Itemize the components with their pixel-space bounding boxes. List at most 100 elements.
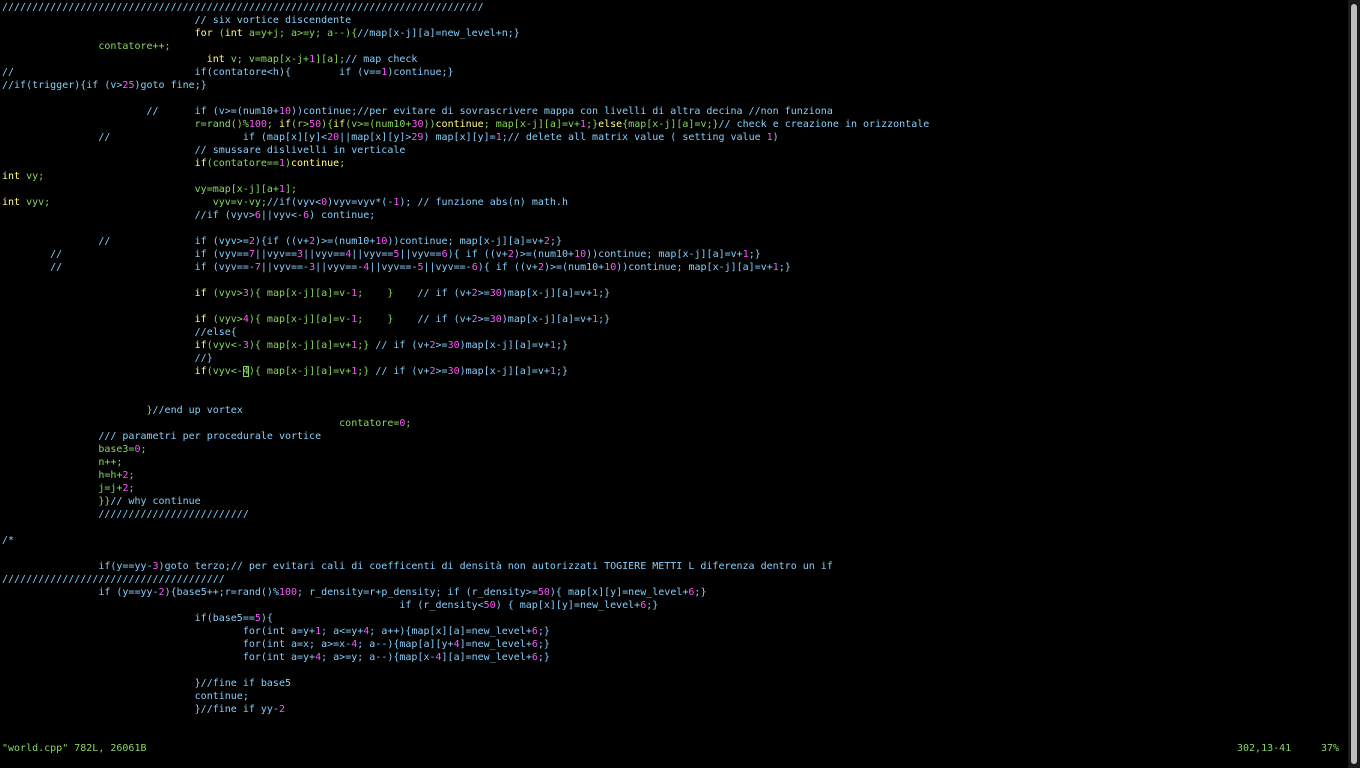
code-token: ){ map[x-j][a]=v- bbox=[248, 288, 352, 299]
code-token: 10 bbox=[574, 249, 587, 260]
code-token: )>=(num10+ bbox=[513, 249, 575, 260]
code-token: ))continue;//per evitare di sovrascriver… bbox=[291, 106, 833, 117]
code-line[interactable]: // if (map[x][y]<20||map[x][y]>29) map[x… bbox=[2, 131, 929, 144]
code-line[interactable]: // if (v>=(num10+10))continue;//per evit… bbox=[2, 105, 929, 118]
code-token: ////////////////////////////////////////… bbox=[2, 2, 484, 13]
code-token: ||vyv==- bbox=[315, 262, 364, 273]
code-line[interactable]: if(base5==5){ bbox=[2, 612, 929, 625]
code-line[interactable]: if(vyv<-3){ map[x-j][a]=v+1;} // if (v+2… bbox=[2, 339, 929, 352]
code-line[interactable]: }//fine if yy-2 bbox=[2, 703, 929, 716]
code-token: 30 bbox=[447, 340, 460, 351]
code-line[interactable]: }//end up vortex bbox=[2, 404, 929, 417]
code-line[interactable]: /* bbox=[2, 534, 929, 547]
code-line[interactable]: // if (vyv==7||vyv==3||vyv==4||vyv==5||v… bbox=[2, 248, 929, 261]
code-line[interactable]: if (vyv>3){ map[x-j][a]=v-1; } // if (v+… bbox=[2, 287, 929, 300]
code-line[interactable]: }}// why continue bbox=[2, 495, 929, 508]
code-token: ;} bbox=[549, 236, 562, 247]
code-line[interactable]: //if(trigger){if (v>25)goto fine;} bbox=[2, 79, 929, 92]
code-token: ;} bbox=[357, 366, 376, 377]
vertical-scrollbar[interactable] bbox=[1348, 0, 1360, 768]
code-token: ][a]; bbox=[315, 54, 346, 65]
code-token: 10 bbox=[375, 236, 388, 247]
code-line[interactable]: if(contatore==1)continue; bbox=[2, 157, 929, 170]
code-line[interactable]: for (int a=y+j; a>=y; a--){//map[x-j][a]… bbox=[2, 27, 929, 40]
code-line[interactable]: r=rand()%100; if(r>50){if(v>=(num10+30))… bbox=[2, 118, 930, 131]
code-line[interactable]: // six vortice discendente bbox=[2, 14, 929, 27]
code-token: ){ bbox=[260, 613, 273, 624]
code-token: ; bbox=[128, 470, 135, 481]
code-line[interactable]: }//fine if base5 bbox=[2, 677, 929, 690]
code-line[interactable]: j=j+2; bbox=[2, 482, 929, 495]
code-token: >= bbox=[477, 314, 490, 325]
code-line[interactable]: if(y==yy-3)goto terzo;// per evitari cal… bbox=[2, 560, 929, 573]
code-token: (vyv> bbox=[206, 314, 243, 325]
code-token: // if (vyv==- bbox=[2, 262, 255, 273]
code-line[interactable]: if (r_density<50) { map[x][y]=new_level+… bbox=[2, 599, 929, 612]
code-token: // if (v+ bbox=[417, 288, 472, 299]
code-line[interactable] bbox=[2, 391, 929, 404]
code-area[interactable]: ////////////////////////////////////////… bbox=[2, 1, 929, 716]
code-line[interactable] bbox=[2, 222, 929, 235]
code-line[interactable]: vy=map[x-j][a+1]; bbox=[2, 183, 929, 196]
code-line[interactable] bbox=[2, 92, 929, 105]
code-token: a=y+j; a>=y; a--){ bbox=[242, 28, 358, 39]
code-token: ;} bbox=[748, 249, 761, 260]
code-line[interactable]: //else{ bbox=[2, 326, 929, 339]
code-line[interactable]: //if (vyv>6||vyv<-6) continue; bbox=[2, 209, 929, 222]
code-line[interactable]: int vy; bbox=[2, 170, 929, 183]
code-line[interactable]: for(int a=y+1; a<=y+4; a++){map[x][a]=ne… bbox=[2, 625, 929, 638]
code-line[interactable]: continue; bbox=[2, 690, 929, 703]
code-line[interactable]: //} bbox=[2, 352, 929, 365]
code-line[interactable]: contatore=0; bbox=[2, 417, 929, 430]
code-token: else bbox=[598, 119, 623, 130]
code-token: ){ bbox=[321, 119, 334, 130]
code-line[interactable]: int v; v=map[x-j+1][a];// map check bbox=[2, 53, 929, 66]
code-line[interactable]: ////////////////////////////////////////… bbox=[2, 1, 929, 14]
code-token: ;} bbox=[555, 340, 569, 351]
code-line[interactable] bbox=[2, 300, 929, 313]
code-line[interactable] bbox=[2, 664, 929, 677]
code-line[interactable]: if (vyv>4){ map[x-j][a]=v-1; } // if (v+… bbox=[2, 313, 929, 326]
code-line[interactable]: for(int a=y+4; a>=y; a--){map[x-4][a]=ne… bbox=[2, 651, 929, 664]
code-token: 10 bbox=[604, 262, 617, 273]
scrollbar-thumb[interactable] bbox=[1351, 4, 1357, 764]
code-token: if bbox=[194, 340, 207, 351]
code-line[interactable]: ///////////////////////// bbox=[2, 508, 929, 521]
code-line[interactable]: h=h+2; bbox=[2, 469, 929, 482]
code-token: )goto terzo;// per evitari cali di coeff… bbox=[158, 561, 833, 572]
code-line[interactable] bbox=[2, 547, 929, 560]
code-token: ; r_density=r+p_density; if (r_density>= bbox=[297, 587, 538, 598]
code-token: contatore= bbox=[2, 418, 400, 429]
code-token: v; v=map[x-j+ bbox=[224, 54, 310, 65]
code-token: // if (map[x][y]< bbox=[2, 132, 328, 143]
code-line[interactable]: // smussare dislivelli in verticale bbox=[2, 144, 929, 157]
code-token: ){ if ((v+ bbox=[477, 262, 538, 273]
code-line[interactable]: // if(contatore<h){ if (v==1)continue;} bbox=[2, 66, 929, 79]
code-line[interactable]: n++; bbox=[2, 456, 929, 469]
code-token: if bbox=[194, 158, 207, 169]
code-line[interactable] bbox=[2, 378, 929, 391]
code-line[interactable]: contatore++; bbox=[2, 40, 929, 53]
code-token: if bbox=[333, 119, 346, 130]
code-line[interactable]: // if (vyv==-7||vyv==-3||vyv==-4||vyv==-… bbox=[2, 261, 929, 274]
code-token: if (y==yy- bbox=[2, 587, 159, 598]
code-token: ); // funzione abs(n) math.h bbox=[399, 197, 568, 208]
code-editor[interactable]: ////////////////////////////////////////… bbox=[0, 0, 1348, 768]
code-line[interactable]: int vyv; vyv=v-vy;//if(vyv<0)vyv=vyv*(-1… bbox=[2, 196, 929, 209]
code-line[interactable]: // if (vyv>=2){if ((v+2)>=(num10+10))con… bbox=[2, 235, 929, 248]
code-line[interactable]: ///////////////////////////////////// bbox=[2, 573, 929, 586]
code-line[interactable]: if(vyv<-4){ map[x-j][a]=v+1;} // if (v+2… bbox=[2, 365, 929, 378]
code-token: if(base5== bbox=[2, 613, 255, 624]
code-token: for bbox=[194, 28, 213, 39]
code-line[interactable]: /// parametri per procedurale vortice bbox=[2, 430, 929, 443]
code-line[interactable]: for(int a=x; a>=x-4; a--){map[a][y+4]=ne… bbox=[2, 638, 929, 651]
code-line[interactable]: base3=0; bbox=[2, 443, 929, 456]
code-token: h=h+ bbox=[2, 470, 123, 481]
code-token: ;} bbox=[694, 587, 707, 598]
code-token: // if (vyv>= bbox=[2, 236, 249, 247]
code-token: continue bbox=[291, 158, 340, 169]
code-line[interactable]: if (y==yy-2){base5++;r=rand()%100; r_den… bbox=[2, 586, 929, 599]
code-line[interactable] bbox=[2, 274, 929, 287]
code-line[interactable] bbox=[2, 521, 929, 534]
